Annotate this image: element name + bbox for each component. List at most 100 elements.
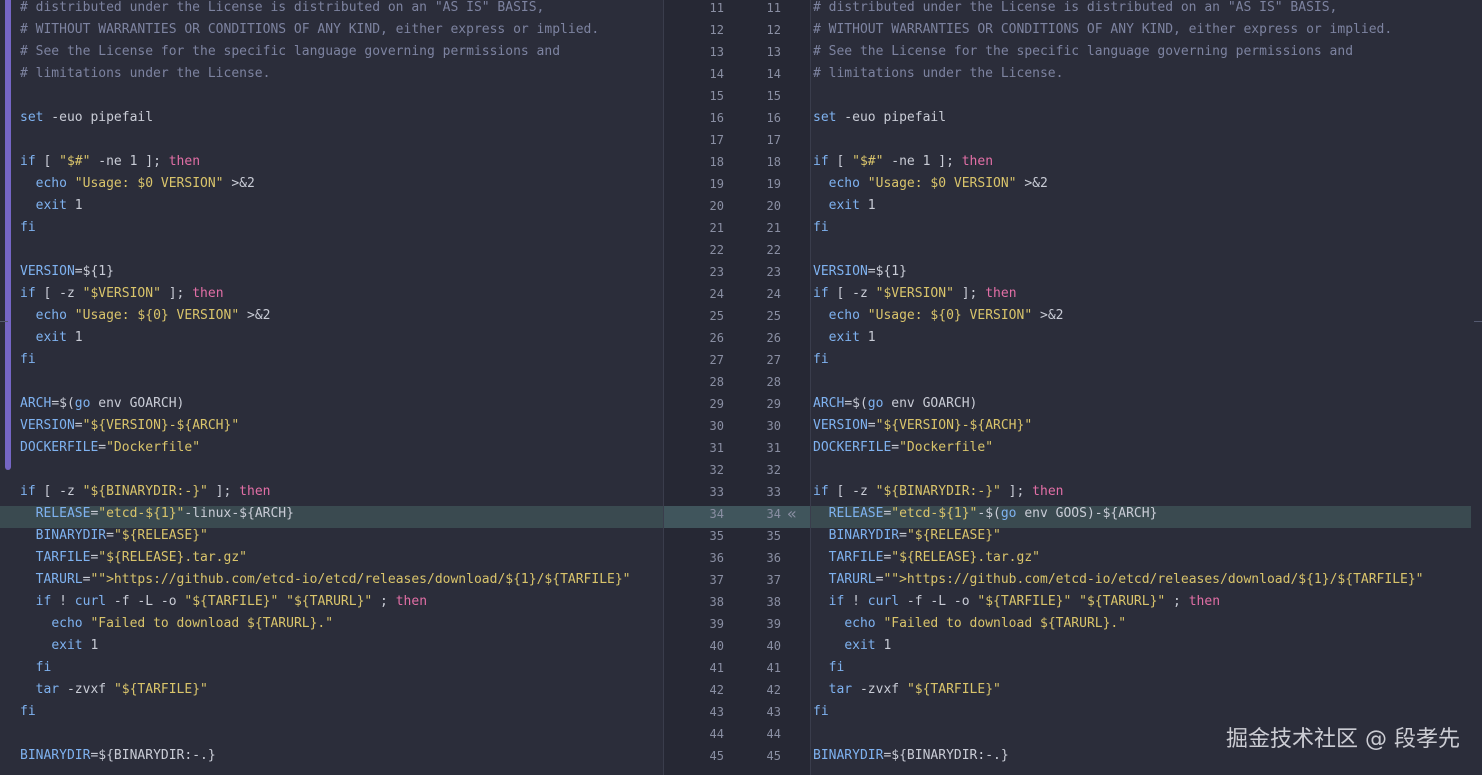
line-number-left: 31 — [709, 441, 724, 455]
code-line: if [ -z "$VERSION" ]; then — [20, 286, 224, 301]
line-number-right: 13 — [766, 45, 781, 59]
scroll-marker-right — [1474, 321, 1482, 322]
code-line: if ! curl -f -L -o "${TARFILE}" "${TARUR… — [35, 594, 428, 609]
line-number-left: 17 — [709, 133, 724, 147]
code-line: # WITHOUT WARRANTIES OR CONDITIONS OF AN… — [20, 22, 600, 37]
line-number-right: 32 — [766, 463, 781, 477]
line-number-left: 41 — [709, 661, 724, 675]
line-number-left: 22 — [709, 243, 724, 257]
code-line: BINARYDIR="${RELEASE}" — [35, 528, 208, 543]
code-line: # WITHOUT WARRANTIES OR CONDITIONS OF AN… — [813, 22, 1393, 37]
line-number-right: 25 — [766, 309, 781, 323]
line-number-right: 19 — [766, 177, 781, 191]
line-number-left: 21 — [709, 221, 724, 235]
line-number-left: 13 — [709, 45, 724, 59]
line-number-left: 24 — [709, 287, 724, 301]
code-line: ARCH=$(go env GOARCH) — [813, 396, 978, 411]
line-number-right: 27 — [766, 353, 781, 367]
right-editor-pane[interactable]: # distributed under the License is distr… — [811, 0, 1482, 775]
code-line: if [ -z "${BINARYDIR:-}" ]; then — [813, 484, 1064, 499]
code-line: RELEASE="etcd-${1}"-linux-${ARCH} — [35, 506, 294, 521]
line-number-left: 18 — [709, 155, 724, 169]
code-line: DOCKERFILE="Dockerfile" — [20, 440, 201, 455]
line-number-left: 27 — [709, 353, 724, 367]
code-line: echo "Usage: $0 VERSION" >&2 — [35, 176, 255, 191]
code-line: fi — [813, 352, 829, 367]
line-number-left: 39 — [709, 617, 724, 631]
line-number-right: 36 — [766, 551, 781, 565]
line-number-right: 14 — [766, 67, 781, 81]
code-line: fi — [20, 220, 36, 235]
code-line: fi — [35, 660, 52, 675]
code-line: if [ -z "${BINARYDIR:-}" ]; then — [20, 484, 271, 499]
line-number-left: 37 — [709, 573, 724, 587]
line-number-left: 40 — [709, 639, 724, 653]
line-number-right: 15 — [766, 89, 781, 103]
line-number-right: 45 — [766, 749, 781, 763]
line-number-left: 29 — [709, 397, 724, 411]
line-number-right: 40 — [766, 639, 781, 653]
line-number-right: 22 — [766, 243, 781, 257]
code-line: BINARYDIR=${BINARYDIR:-.} — [20, 748, 216, 763]
code-line: RELEASE="etcd-${1}"-$(go env GOOS)-${ARC… — [828, 506, 1158, 521]
code-line: fi — [20, 352, 36, 367]
code-line: # limitations under the License. — [813, 66, 1064, 81]
code-line: if [ "$#" -ne 1 ]; then — [20, 154, 201, 169]
code-line: echo "Usage: ${0} VERSION" >&2 — [35, 308, 271, 323]
line-number-right: 33 — [766, 485, 781, 499]
code-line: exit 1 — [51, 638, 99, 653]
code-line: set -euo pipefail — [813, 110, 947, 125]
line-number-left: 16 — [709, 111, 724, 125]
code-line: BINARYDIR="${RELEASE}" — [828, 528, 1001, 543]
code-line: TARURL="">https://github.com/etcd-io/etc… — [828, 572, 1424, 587]
line-number-left: 15 — [709, 89, 724, 103]
code-line: VERSION="${VERSION}-${ARCH}" — [813, 418, 1033, 433]
code-line: set -euo pipefail — [20, 110, 154, 125]
code-line: VERSION=${1} — [813, 264, 907, 279]
line-number-right: 35 — [766, 529, 781, 543]
line-number-left: 14 — [709, 67, 724, 81]
code-line: TARFILE="${RELEASE}.tar.gz" — [828, 550, 1040, 565]
left-editor-pane[interactable]: # distributed under the License is distr… — [0, 0, 663, 775]
line-number-right: 18 — [766, 155, 781, 169]
line-number-right: 41 — [766, 661, 781, 675]
code-line: echo "Usage: $0 VERSION" >&2 — [828, 176, 1048, 191]
line-number-left: 28 — [709, 375, 724, 389]
line-number-right: 20 — [766, 199, 781, 213]
line-number-right: 12 — [766, 23, 781, 37]
line-number-right: 39 — [766, 617, 781, 631]
line-number-right: 17 — [766, 133, 781, 147]
line-number-left: 30 — [709, 419, 724, 433]
line-number-left: 34 — [709, 507, 724, 521]
code-line: # limitations under the License. — [20, 66, 271, 81]
code-line: VERSION=${1} — [20, 264, 114, 279]
code-line: tar -zvxf "${TARFILE}" — [828, 682, 1001, 697]
code-line: ARCH=$(go env GOARCH) — [20, 396, 185, 411]
line-number-left: 45 — [709, 749, 724, 763]
code-line: exit 1 — [828, 198, 876, 213]
line-number-right: 43 — [766, 705, 781, 719]
line-number-left: 38 — [709, 595, 724, 609]
watermark-text: 掘金技术社区 @ 段孝先 — [1226, 727, 1460, 752]
line-number-left: 19 — [709, 177, 724, 191]
line-number-right: 29 — [766, 397, 781, 411]
code-line: # distributed under the License is distr… — [20, 0, 545, 15]
code-line: fi — [813, 704, 829, 719]
line-number-right: 44 — [766, 727, 781, 741]
line-number-left: 12 — [709, 23, 724, 37]
merge-chevron-icon[interactable]: « — [785, 503, 799, 525]
line-number-right: 16 — [766, 111, 781, 125]
line-number-right: 31 — [766, 441, 781, 455]
diff-gutter: 11 11 12 12 13 13 14 14 15 15 16 16 17 17 18 18 19 19 20 20… — [663, 0, 811, 775]
line-number-left: 25 — [709, 309, 724, 323]
code-line: VERSION="${VERSION}-${ARCH}" — [20, 418, 240, 433]
line-number-left: 32 — [709, 463, 724, 477]
code-line: fi — [813, 220, 829, 235]
line-number-left: 44 — [709, 727, 724, 741]
code-line: echo "Usage: ${0} VERSION" >&2 — [828, 308, 1064, 323]
line-number-left: 36 — [709, 551, 724, 565]
code-line: TARURL="">https://github.com/etcd-io/etc… — [35, 572, 631, 587]
line-number-right: 30 — [766, 419, 781, 433]
line-number-left: 11 — [709, 1, 724, 15]
code-line: fi — [828, 660, 845, 675]
